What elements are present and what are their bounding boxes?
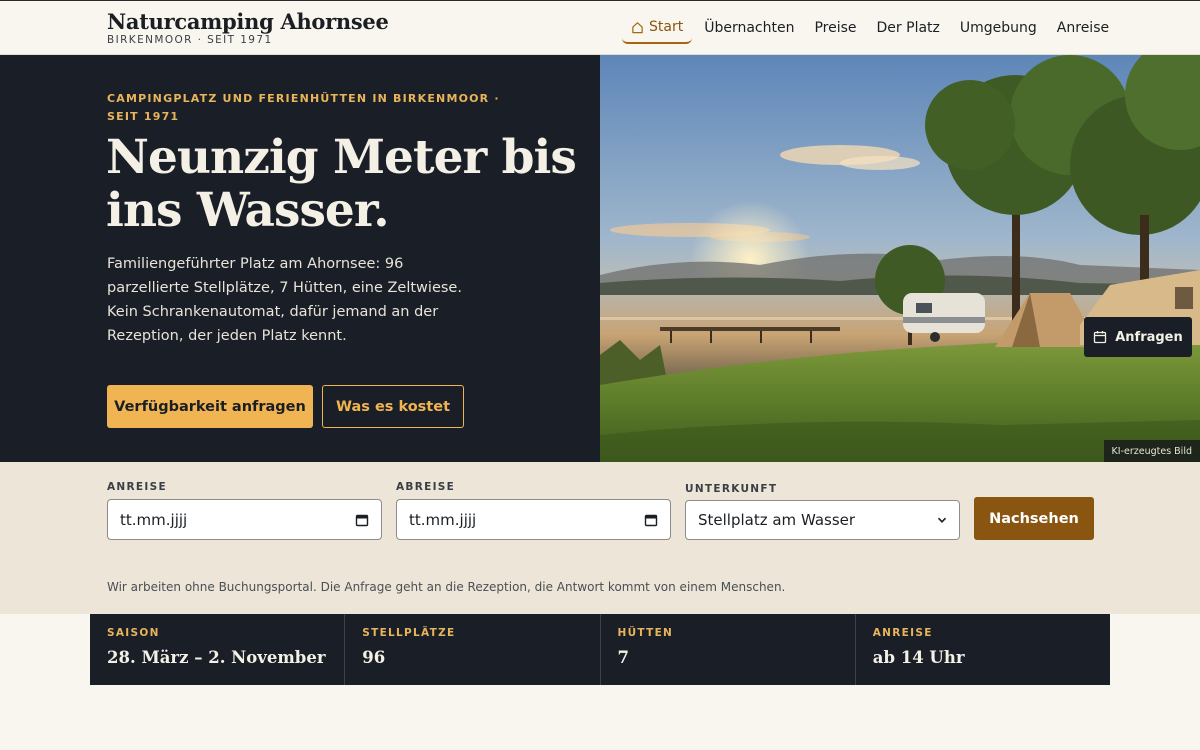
arrival-placeholder: tt.mm.jjjj xyxy=(120,510,188,529)
lodging-label: UNTERKUNFT xyxy=(685,483,778,495)
lodging-selected-value: Stellplatz am Wasser xyxy=(698,511,856,529)
floating-request-label: Anfragen xyxy=(1115,329,1183,345)
fact-pitches: STELLPLÄTZE 96 xyxy=(345,614,601,685)
fact-cabins: HÜTTEN 7 xyxy=(601,614,856,685)
departure-label: ABREISE xyxy=(396,481,456,493)
nav-item-der-platz[interactable]: Der Platz xyxy=(867,12,950,44)
calendar-icon[interactable] xyxy=(644,513,658,527)
brand-subtitle: BIRKENMOOR · SEIT 1971 xyxy=(107,34,273,46)
fact-value: 28. März – 2. November xyxy=(107,648,326,667)
main-nav: Start Übernachten Preise Der Platz Umgeb… xyxy=(622,12,1200,44)
nav-item-preise[interactable]: Preise xyxy=(804,12,866,44)
arrival-label: ANREISE xyxy=(107,481,167,493)
lodging-select[interactable]: Stellplatz am Wasser xyxy=(685,500,960,540)
lake-campsite-illustration xyxy=(600,55,1200,462)
form-note: Wir arbeiten ohne Buchungsportal. Die An… xyxy=(107,580,786,594)
search-availability-button[interactable]: Nachsehen xyxy=(974,497,1094,540)
hero-image: Anfragen KI-erzeugtes Bild xyxy=(600,55,1200,462)
fact-season: SAISON 28. März – 2. November xyxy=(90,614,346,685)
hero-headline: Neunzig Meter bis ins Wasser. xyxy=(106,130,577,238)
fact-checkin: ANREISE ab 14 Uhr xyxy=(856,614,1110,685)
departure-placeholder: tt.mm.jjjj xyxy=(409,510,477,529)
hero-panel: CAMPINGPLATZ UND FERIENHÜTTEN IN BIRKENM… xyxy=(0,55,600,462)
availability-form: ANREISE tt.mm.jjjj ABREISE tt.mm.jjjj UN… xyxy=(0,462,1200,614)
calendar-icon[interactable] xyxy=(355,513,369,527)
nav-item-uebernachten[interactable]: Übernachten xyxy=(694,12,804,44)
calendar-icon xyxy=(1094,331,1107,344)
fact-label: ANREISE xyxy=(872,627,933,639)
fact-label: HÜTTEN xyxy=(617,627,674,639)
fact-value: 96 xyxy=(362,648,386,667)
floating-request-button[interactable]: Anfragen xyxy=(1084,317,1192,357)
nav-label: Start xyxy=(649,19,684,35)
request-availability-button[interactable]: Verfügbarkeit anfragen xyxy=(107,385,313,428)
nav-item-umgebung[interactable]: Umgebung xyxy=(950,12,1047,44)
fact-value: 7 xyxy=(617,648,629,667)
ai-image-badge: KI-erzeugtes Bild xyxy=(1103,440,1200,462)
fact-value: ab 14 Uhr xyxy=(872,648,965,667)
pricing-button[interactable]: Was es kostet xyxy=(322,385,464,428)
departure-date-input[interactable]: tt.mm.jjjj xyxy=(396,499,671,540)
chevron-down-icon xyxy=(937,517,947,523)
fact-label: SAISON xyxy=(107,627,160,639)
facts-strip: SAISON 28. März – 2. November STELLPLÄTZ… xyxy=(90,614,1110,685)
nav-item-anreise[interactable]: Anreise xyxy=(1047,12,1119,44)
brand[interactable]: Naturcamping Ahornsee BIRKENMOOR · SEIT … xyxy=(107,9,389,46)
home-icon xyxy=(632,21,643,33)
site-header: Naturcamping Ahornsee BIRKENMOOR · SEIT … xyxy=(0,0,1200,55)
hero-eyebrow: CAMPINGPLATZ UND FERIENHÜTTEN IN BIRKENM… xyxy=(107,92,500,123)
fact-label: STELLPLÄTZE xyxy=(362,627,456,639)
nav-item-start[interactable]: Start xyxy=(622,12,693,44)
arrival-date-input[interactable]: tt.mm.jjjj xyxy=(107,499,382,540)
hero-lead: Familiengeführter Platz am Ahornsee: 96 … xyxy=(107,256,462,344)
brand-name[interactable]: Naturcamping Ahornsee xyxy=(107,9,389,34)
